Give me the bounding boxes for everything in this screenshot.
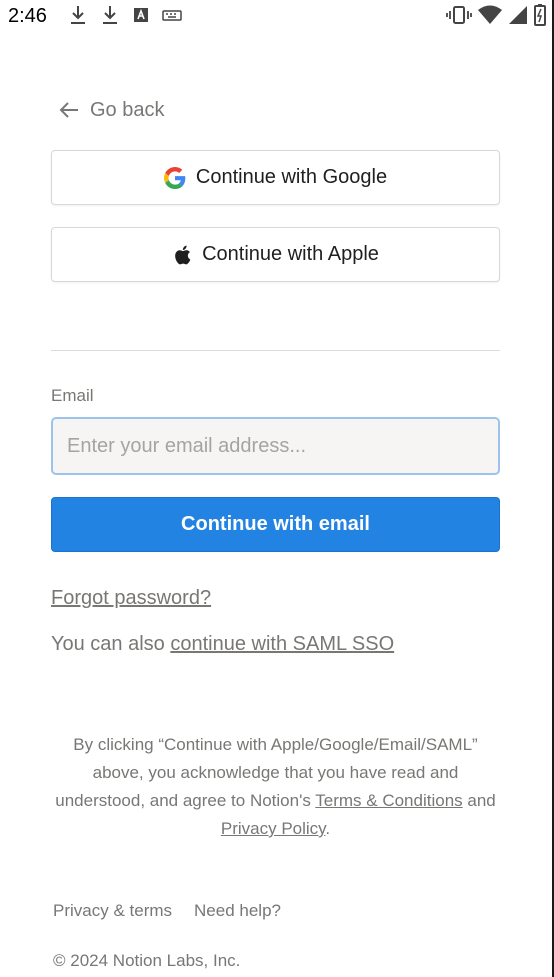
footer-links: Privacy & terms Need help? xyxy=(53,901,281,921)
saml-sso-link[interactable]: continue with SAML SSO xyxy=(170,633,394,655)
notification-icons xyxy=(68,4,182,26)
apple-button-label: Continue with Apple xyxy=(202,243,379,265)
email-label: Email xyxy=(51,386,94,405)
divider xyxy=(51,350,500,351)
privacy-terms-link[interactable]: Privacy & terms xyxy=(53,901,172,921)
continue-with-email-button[interactable]: Continue with email xyxy=(51,497,500,552)
need-help-link[interactable]: Need help? xyxy=(194,901,281,921)
saml-prefix-text: You can also xyxy=(51,633,171,655)
vibrate-icon xyxy=(446,6,472,24)
go-back-label: Go back xyxy=(90,98,165,121)
legal-notice: By clicking “Continue with Apple/Google/… xyxy=(51,731,500,843)
terms-link[interactable]: Terms & Conditions xyxy=(315,791,462,810)
keyboard-icon xyxy=(162,10,182,21)
google-button-label: Continue with Google xyxy=(195,166,388,188)
system-icons xyxy=(446,4,546,26)
forgot-password-link[interactable]: Forgot password? xyxy=(51,587,211,610)
legal-text-middle: and xyxy=(462,791,496,810)
status-bar: 2:46 xyxy=(0,0,554,32)
arrow-left-icon xyxy=(59,102,78,118)
copyright: © 2024 Notion Labs, Inc. xyxy=(53,951,241,970)
battery-icon xyxy=(534,4,546,26)
download-icon xyxy=(103,6,117,24)
email-button-label: Continue with email xyxy=(181,513,370,535)
privacy-policy-link[interactable]: Privacy Policy xyxy=(221,819,326,838)
google-logo-icon xyxy=(163,166,186,189)
continue-with-apple-button[interactable]: Continue with Apple xyxy=(51,227,500,282)
legal-text-after: . xyxy=(325,819,331,838)
status-time: 2:46 xyxy=(8,5,47,27)
download-icon xyxy=(71,6,85,24)
email-input[interactable] xyxy=(51,417,500,475)
saml-sso-line: You can also continue with SAML SSO xyxy=(51,633,394,656)
signal-icon xyxy=(509,6,527,24)
apple-logo-icon xyxy=(175,245,191,264)
go-back-link[interactable]: Go back xyxy=(58,94,164,126)
a-box-icon xyxy=(134,8,148,22)
continue-with-google-button[interactable]: Continue with Google xyxy=(51,150,500,205)
wifi-icon xyxy=(478,5,502,24)
